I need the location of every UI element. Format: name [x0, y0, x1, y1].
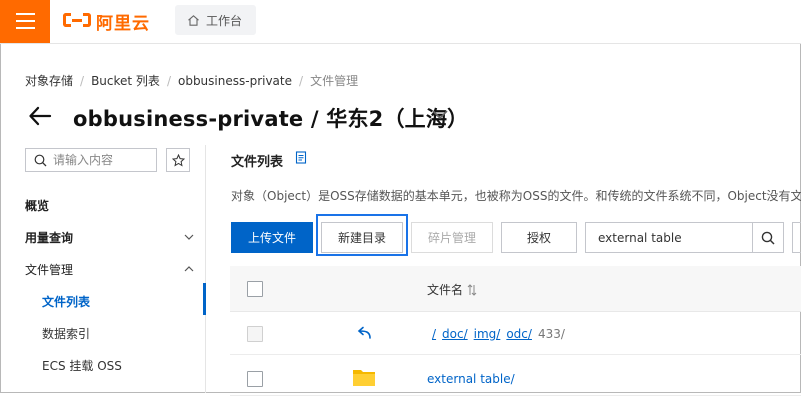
sidebar-item-file-management[interactable]: 文件管理 [25, 261, 73, 278]
current-path: / doc/ img/ odc/ 433/ [432, 327, 565, 341]
overflow-button[interactable] [792, 222, 801, 253]
breadcrumb-oss[interactable]: 对象存储 [25, 72, 73, 89]
workbench-label: 工作台 [206, 13, 243, 28]
file-filter[interactable] [585, 222, 753, 253]
upload-file-button[interactable]: 上传文件 [231, 222, 313, 253]
path-segment-odc[interactable]: odc/ [506, 327, 532, 341]
aliyun-logo-icon [63, 12, 91, 30]
active-indicator [203, 283, 206, 315]
sidebar-search-input[interactable] [53, 153, 145, 167]
top-bar: 阿里云 工作台 [0, 0, 801, 44]
breadcrumb-separator: / [80, 73, 85, 88]
search-icon [34, 154, 47, 166]
search-icon [761, 231, 775, 245]
breadcrumb-separator: / [166, 73, 171, 88]
sidebar-item-ecs-mount[interactable]: ECS 挂载 OSS [42, 357, 122, 374]
chevron-down-icon[interactable] [184, 233, 194, 241]
path-segment-current: 433/ [537, 327, 565, 341]
file-filter-input[interactable] [598, 230, 748, 245]
column-file-name[interactable]: 文件名 [427, 281, 477, 298]
path-segment-img[interactable]: img/ [474, 327, 501, 341]
sidebar-item-usage[interactable]: 用量查询 [25, 229, 73, 246]
sidebar-item-file-list[interactable]: 文件列表 [42, 293, 90, 310]
folder-icon [353, 370, 375, 386]
favorite-button[interactable] [166, 148, 190, 172]
column-file-name-label: 文件名 [427, 283, 464, 297]
logo-text: 阿里云 [96, 13, 150, 34]
table-header [230, 266, 801, 312]
description-text: 对象（Object）是OSS存储数据的基本单元，也被称为OSS的文件。和传统的文… [231, 189, 801, 203]
breadcrumb-bucket-list[interactable]: Bucket 列表 [91, 72, 160, 89]
breadcrumb-bucket[interactable]: obbusiness-private [178, 74, 292, 88]
star-icon [171, 153, 185, 167]
row-checkbox[interactable] [247, 371, 263, 387]
home-icon [188, 14, 199, 26]
page-title: obbusiness-private / 华东2（上海） [73, 107, 469, 131]
authorize-button[interactable]: 授权 [501, 222, 577, 253]
row-checkbox [247, 326, 263, 342]
breadcrumb-separator: / [299, 73, 304, 88]
chevron-down-icon[interactable] [431, 108, 449, 122]
fragment-management-button[interactable]: 碎片管理 [411, 222, 493, 253]
section-title: 文件列表 [231, 155, 284, 170]
document-icon[interactable] [295, 151, 307, 164]
sidebar-item-data-index[interactable]: 数据索引 [42, 325, 90, 342]
breadcrumb-current: 文件管理 [310, 74, 359, 88]
sidebar-item-overview[interactable]: 概览 [25, 197, 49, 214]
folder-link[interactable]: external table/ [427, 372, 515, 386]
select-all-checkbox[interactable] [247, 281, 263, 297]
workbench-button[interactable]: 工作台 [175, 5, 256, 35]
chevron-up-icon[interactable] [184, 265, 194, 273]
menu-icon[interactable] [0, 0, 50, 43]
aliyun-logo[interactable]: 阿里云 [63, 10, 150, 34]
back-arrow-icon[interactable] [28, 104, 52, 128]
path-segment-root[interactable]: / [432, 327, 436, 341]
new-directory-button[interactable]: 新建目录 [321, 222, 403, 253]
sidebar-search[interactable] [25, 148, 157, 172]
path-segment-doc[interactable]: doc/ [442, 327, 468, 341]
search-button[interactable] [752, 222, 784, 253]
breadcrumb: 对象存储 / Bucket 列表 / obbusiness-private / … [25, 72, 358, 89]
sort-icon[interactable] [467, 283, 477, 296]
return-parent-icon[interactable] [356, 326, 372, 340]
table-row [230, 355, 801, 396]
